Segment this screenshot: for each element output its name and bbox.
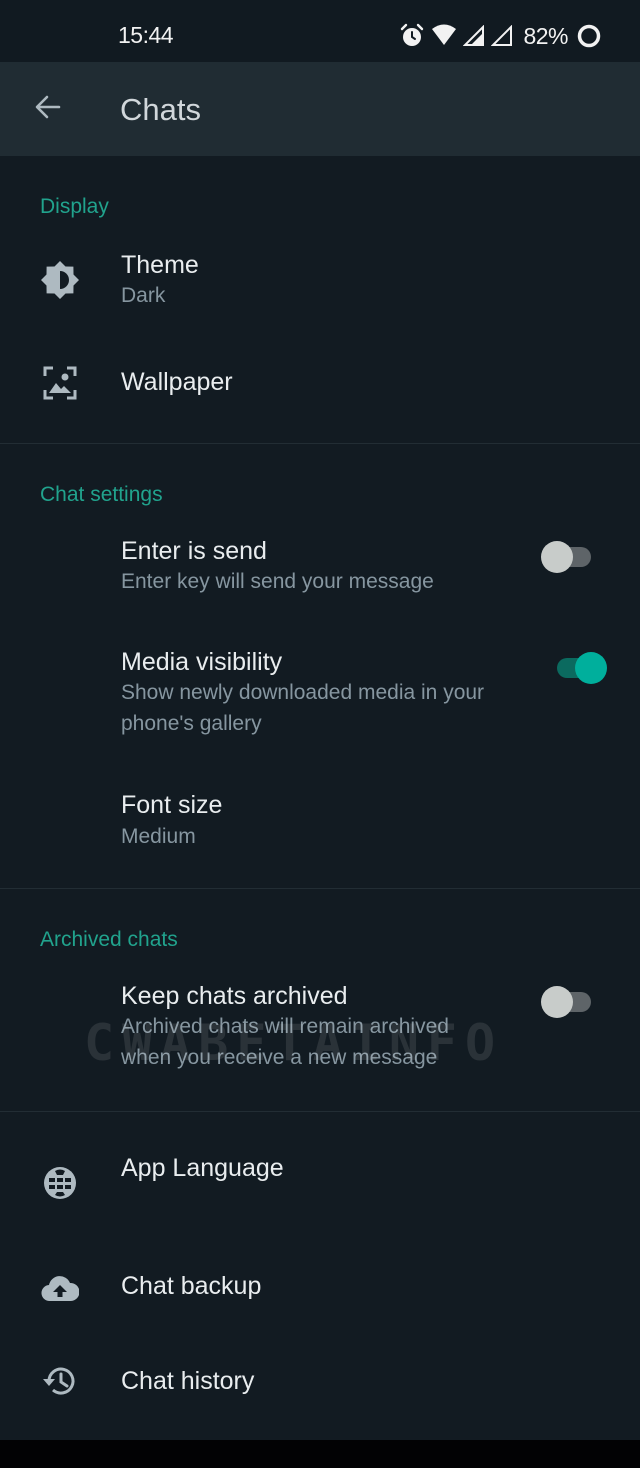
setting-title: Chat backup	[121, 1272, 262, 1300]
setting-subtitle: Archived chats will remain archived when…	[121, 1015, 449, 1069]
setting-value: Dark	[121, 284, 166, 307]
back-button[interactable]	[26, 87, 70, 131]
setting-title: Theme	[121, 251, 199, 279]
signal-icon	[463, 25, 485, 47]
setting-wallpaper[interactable]: Wallpaper	[0, 352, 640, 422]
chats-settings-screen: 15:44 82% Chats Display Theme Dark Wallp…	[0, 0, 640, 1440]
enter-is-send-toggle[interactable]	[541, 540, 597, 574]
toggle-thumb	[541, 986, 573, 1018]
alarm-icon	[399, 23, 425, 49]
wallpaper-icon	[40, 363, 80, 403]
section-header-archived-chats: Archived chats	[40, 928, 178, 951]
system-nav-bar	[0, 1440, 640, 1468]
setting-value: Medium	[121, 825, 196, 848]
battery-percent: 82%	[523, 22, 568, 49]
toggle-thumb	[575, 652, 607, 684]
setting-keep-chats-archived[interactable]: Keep chats archived Archived chats will …	[0, 970, 640, 1090]
setting-title: Media visibility	[121, 648, 283, 676]
cloud-upload-icon	[40, 1268, 80, 1308]
brightness-icon	[40, 260, 80, 300]
arrow-left-icon	[33, 92, 63, 127]
setting-subtitle: Enter key will send your message	[121, 570, 434, 593]
section-header-display: Display	[40, 195, 109, 218]
globe-icon	[40, 1163, 80, 1203]
setting-title: Keep chats archived	[121, 982, 348, 1010]
toggle-thumb	[541, 541, 573, 573]
media-visibility-toggle[interactable]	[551, 651, 607, 685]
setting-subtitle: Show newly downloaded media in your phon…	[121, 681, 485, 735]
section-divider	[0, 1111, 640, 1112]
keep-archived-toggle[interactable]	[541, 985, 597, 1019]
signal-icon	[491, 25, 513, 47]
status-time: 15:44	[118, 22, 174, 48]
setting-enter-is-send[interactable]: Enter is send Enter key will send your m…	[0, 525, 640, 615]
wifi-icon	[431, 24, 457, 48]
history-icon	[40, 1361, 80, 1401]
battery-ring-icon	[576, 23, 602, 49]
app-bar: Chats	[0, 62, 640, 156]
section-divider	[0, 888, 640, 889]
setting-title: App Language	[121, 1154, 284, 1182]
setting-app-language[interactable]: App Language	[0, 1140, 640, 1230]
setting-chat-history[interactable]: Chat history	[0, 1350, 640, 1420]
setting-chat-backup[interactable]: Chat backup	[0, 1255, 640, 1325]
setting-title: Chat history	[121, 1367, 255, 1395]
section-header-chat-settings: Chat settings	[40, 483, 163, 506]
setting-theme[interactable]: Theme Dark	[0, 240, 640, 330]
page-title: Chats	[120, 92, 201, 127]
section-divider	[0, 443, 640, 444]
setting-title: Wallpaper	[121, 368, 233, 396]
status-icons: 82%	[399, 22, 602, 50]
status-bar: 15:44 82%	[0, 0, 640, 62]
setting-font-size[interactable]: Font size Medium	[0, 778, 640, 868]
setting-title: Font size	[121, 791, 223, 819]
setting-title: Enter is send	[121, 537, 267, 565]
setting-media-visibility[interactable]: Media visibility Show newly downloaded m…	[0, 636, 640, 756]
